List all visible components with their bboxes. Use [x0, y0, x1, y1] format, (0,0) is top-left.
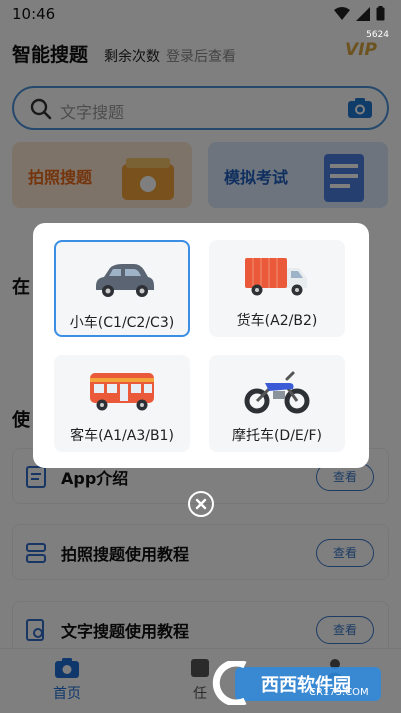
vehicle-option-bus[interactable]: 客车(A1/A3/B1): [54, 355, 190, 452]
vehicle-option-motorcycle[interactable]: 摩托车(D/E/F): [209, 355, 345, 452]
vehicle-type-dialog: 小车(C1/C2/C3) 货车(A2/B2) 客车(A1/A3/B1) 摩托车(…: [33, 223, 369, 468]
vehicle-label-bus: 客车(A1/A3/B1): [70, 428, 174, 444]
vehicle-option-car[interactable]: 小车(C1/C2/C3): [54, 240, 190, 337]
truck-icon: [245, 258, 307, 296]
watermark-site: CR173.COM: [309, 687, 369, 698]
vehicle-label-car: 小车(C1/C2/C3): [69, 315, 175, 331]
car-icon: [96, 264, 154, 297]
close-dialog-button[interactable]: [188, 491, 214, 517]
site-watermark: 西西软件园 CR173.COM: [205, 661, 381, 705]
vehicle-option-truck[interactable]: 货车(A2/B2): [209, 240, 345, 337]
motorcycle-icon: [244, 371, 310, 414]
close-icon: [195, 498, 207, 510]
status-badge: 5624: [366, 30, 389, 40]
bus-icon: [90, 373, 154, 411]
vehicle-label-motorcycle: 摩托车(D/E/F): [231, 428, 323, 444]
vehicle-label-truck: 货车(A2/B2): [236, 313, 318, 329]
